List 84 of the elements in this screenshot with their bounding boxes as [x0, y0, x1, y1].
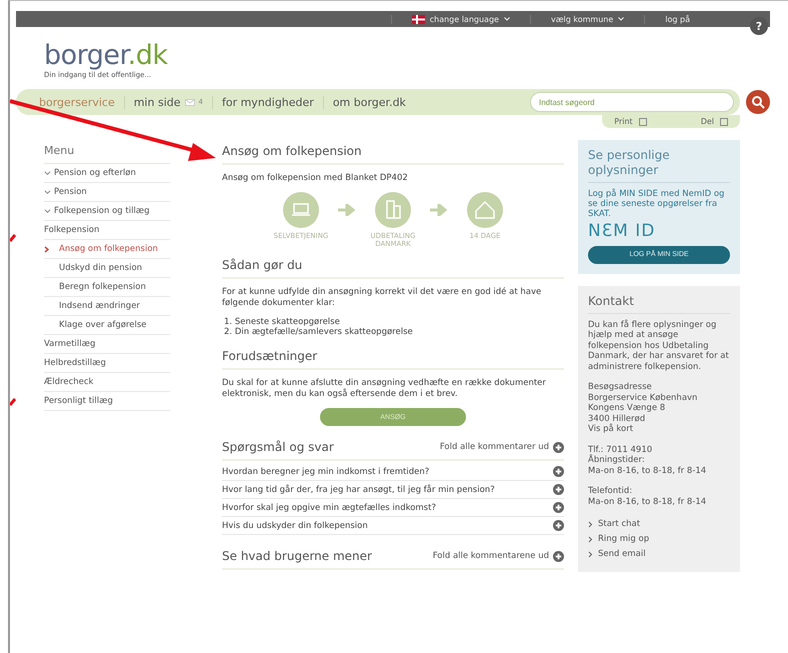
menu-item[interactable]: Ældrecheck	[44, 373, 170, 392]
nav-link[interactable]: for myndigheder	[212, 96, 323, 108]
panel-title: Kontakt	[588, 294, 730, 314]
expand-all-link[interactable]: Fold alle kommentarer ud	[440, 442, 564, 452]
section-heading: Se hvad brugerne mener	[222, 549, 372, 563]
body-text: For at kunne udfylde din ansøgning korrekt vil det være en god idé at have følgende dokumenter klar:	[222, 287, 542, 309]
annotation-mark	[10, 234, 16, 242]
chevron-down-icon	[44, 189, 51, 196]
phone-line: Åbningstider:	[588, 455, 646, 466]
top-bar-link[interactable]: vælg kommune	[530, 14, 644, 24]
nav-link[interactable]: om borger.dk	[322, 96, 415, 108]
panel-text: Log på MIN SIDE med NemID og se dine seneste opgørelser fra SKAT.	[588, 189, 726, 219]
danish-flag-icon	[412, 14, 425, 24]
help-button[interactable]: ?	[750, 17, 768, 35]
menu-item[interactable]: Indsend ændringer	[44, 297, 170, 316]
top-bar-link[interactable]: change language	[390, 14, 530, 24]
house-icon	[467, 192, 503, 228]
chevron-right-icon	[588, 521, 593, 528]
plus-icon[interactable]	[553, 550, 564, 562]
intro-text: Ansøg om folkepension med Blanket DP402	[222, 173, 409, 184]
list-item: 2. Din ægtefælle/samlevers skatteopgørelse	[224, 327, 414, 337]
chevron-right-icon	[588, 551, 593, 558]
question-link[interactable]: Hvordan beregner jeg min indkomst i fremtiden?	[222, 466, 430, 476]
menu-item[interactable]: Folkepension og tillæg	[44, 202, 170, 221]
phone-line: Tlf.: 7011 4910	[588, 444, 654, 454]
address-line: 3400 Hillerød	[588, 414, 646, 424]
nemid-logo: NƐM ID	[588, 221, 656, 241]
phone-line: Ma-on 8-16, to 8-18, fr 8-14	[588, 496, 708, 507]
list-item: 1. Seneste skatteopgørelse	[224, 317, 341, 327]
menu-item[interactable]: Udskyd din pension	[44, 259, 170, 278]
question-link[interactable]: Hvis du udskyder din folkepension	[222, 520, 368, 530]
section-heading: Sådan gør du	[222, 258, 302, 272]
top-bar-link[interactable]: log på	[644, 14, 710, 24]
chevron-right-icon	[588, 536, 593, 543]
search-icon	[751, 95, 765, 109]
logo[interactable]: borger.dk	[44, 41, 770, 71]
body-text: Du skal for at kunne afslutte din ansøgning vedhæfte en række dokumenter elektronisk, men du kan også eftersende dem i et brev.	[222, 378, 547, 400]
caret-icon	[504, 17, 510, 21]
menu-item[interactable]: Pension	[44, 183, 170, 202]
expand-all-link[interactable]: Fold alle kommentarene ud	[432, 550, 564, 562]
plus-icon[interactable]	[553, 502, 564, 513]
search-field[interactable]: Indtast søgeord	[530, 92, 734, 112]
address-line: Kongens Vænge 8	[588, 403, 666, 414]
building-icon	[375, 192, 411, 228]
contact-text: Du kan få flere oplysninger og hjælp med at ansøge folkepension hos Udbetaling Danmark, der har ansvaret for at administrere folkepension.	[588, 320, 730, 372]
envelope-icon	[184, 98, 194, 106]
caret-icon	[618, 17, 624, 21]
chevron-down-icon	[44, 170, 51, 177]
tool-link[interactable]: Print	[614, 117, 647, 126]
arrow-icon	[430, 204, 448, 216]
contact-link[interactable]: Ring mig op	[588, 532, 730, 547]
contact-link[interactable]: Send email	[588, 547, 730, 562]
plus-icon[interactable]	[553, 520, 564, 531]
menu-item[interactable]: Beregn folkepension	[44, 278, 170, 297]
search-button[interactable]	[746, 90, 770, 114]
menu-item[interactable]: Ansøg om folkepension	[44, 240, 170, 259]
plus-icon[interactable]	[553, 442, 564, 452]
question-link[interactable]: Hvorfor skal jeg opgive min ægtefælles indkomst?	[222, 502, 436, 512]
tool-link[interactable]: Del	[700, 117, 728, 126]
panel-title: Se personlige oplysninger	[588, 148, 730, 183]
address-line: Besøgsadresse	[588, 382, 653, 392]
arrow-icon	[338, 204, 356, 216]
menu-item[interactable]: Folkepension	[44, 221, 170, 240]
chevron-down-icon	[44, 208, 51, 215]
phone-line: Ma-on 8-16, to 8-18, fr 8-14	[588, 466, 708, 476]
question-link[interactable]: Hvor lang tid går der, fra jeg har ansøgt, til jeg får min pension?	[222, 484, 495, 494]
chevron-right-icon	[44, 246, 50, 253]
menu-title: Menu	[44, 140, 170, 164]
map-link[interactable]: Vis på kort	[588, 424, 730, 434]
menu-item[interactable]: Helbredstillæg	[44, 354, 170, 373]
page-title: Ansøg om folkepension	[222, 144, 362, 158]
phone-line: Telefontid:	[588, 486, 634, 496]
menu-item[interactable]: Personligt tillæg	[44, 392, 170, 411]
plus-icon[interactable]	[553, 466, 564, 477]
menu-item[interactable]: Klage over afgørelse	[44, 316, 170, 335]
menu-item[interactable]: Pension og efterløn	[44, 164, 170, 183]
plus-icon[interactable]	[553, 484, 564, 495]
section-heading: Forudsætninger	[222, 349, 318, 363]
address-line: Borgerservice København	[588, 392, 698, 403]
contact-link[interactable]: Start chat	[588, 517, 730, 532]
annotation-mark	[10, 398, 16, 406]
menu-item[interactable]: Varmetillæg	[44, 335, 170, 354]
laptop-icon	[283, 192, 319, 228]
section-heading: Spørgsmål og svar	[222, 440, 334, 454]
